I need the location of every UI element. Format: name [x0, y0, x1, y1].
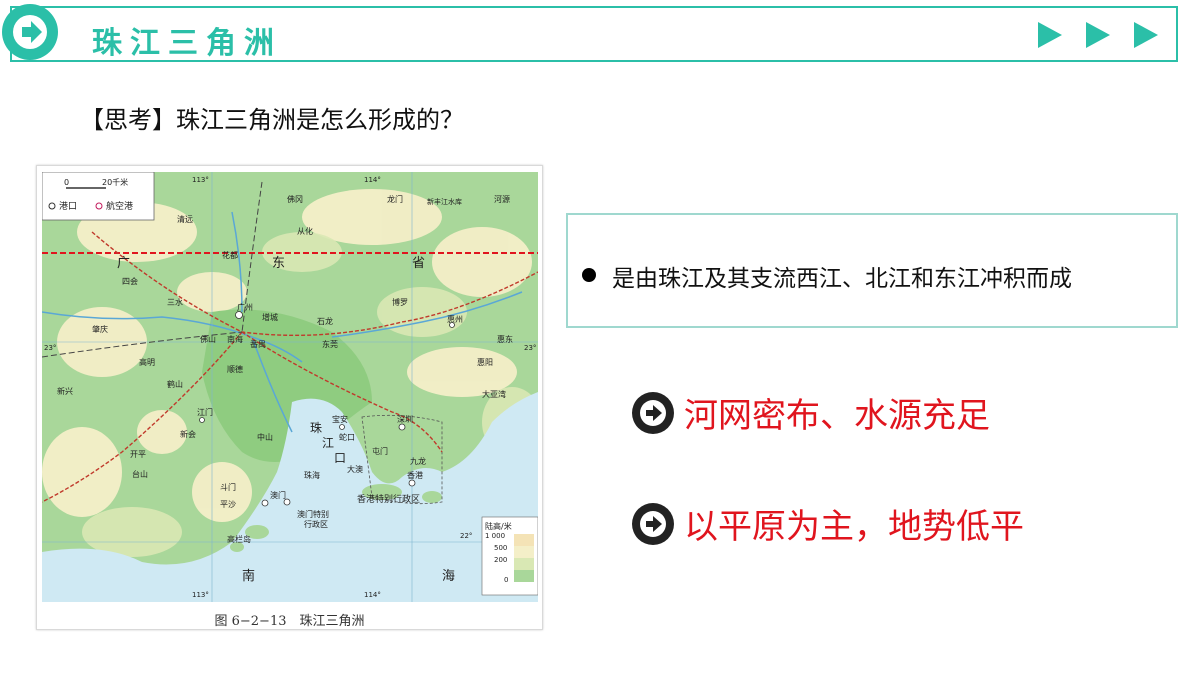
city-label: 屯门 — [372, 446, 388, 456]
slide-title: 珠江三角洲 — [92, 26, 282, 61]
map-caption: 图 6−2−13 珠江三角洲 — [214, 614, 365, 629]
city-label: 鹤山 — [167, 379, 183, 389]
city-label: 河源 — [494, 194, 510, 204]
arrow-right-circle-icon — [0, 2, 64, 62]
city-label: 顺德 — [227, 364, 243, 374]
city-label: 南海 — [227, 334, 243, 344]
scale-label: 20千米 — [102, 177, 128, 187]
city-label: 台山 — [132, 469, 148, 479]
province-char: 东 — [272, 256, 285, 271]
hk-sar-label: 香港特别行政区 — [357, 493, 420, 505]
nav-arrows — [1038, 22, 1158, 48]
macao-sar-label: 澳门特别 — [297, 509, 329, 519]
city-label: 平沙 — [220, 500, 236, 509]
arrow-right-circle-icon — [632, 502, 674, 545]
bay-label: 大亚湾 — [482, 389, 506, 399]
city-label: 清远 — [177, 214, 193, 224]
city-label: 增城 — [262, 312, 278, 322]
elevation-level: 500 — [494, 544, 507, 552]
city-label: 蛇口 — [339, 432, 355, 442]
city-label: 大澳 — [347, 464, 363, 474]
city-label: 东莞 — [322, 339, 338, 349]
lon-label: 114° — [364, 176, 381, 184]
river-label: 新丰江水库 — [427, 197, 462, 206]
legend-port: 港口 — [59, 200, 77, 212]
lon-label: 113° — [192, 591, 209, 599]
city-label: 从化 — [297, 226, 313, 236]
city-label: 开平 — [130, 450, 146, 459]
lat-label: 23° — [524, 344, 536, 352]
city-label: 佛冈 — [287, 194, 303, 204]
sea-char: 南 — [242, 568, 255, 584]
estuary-char: 珠 — [310, 421, 322, 435]
city-label: 四会 — [122, 276, 138, 286]
map-image: 0 20千米 港口 航空港 广 东 省 珠 江 口 南 海 大亚湾 新丰江水库 … — [42, 172, 538, 602]
city-label: 龙门 — [387, 194, 403, 204]
city-label: 惠东 — [497, 334, 513, 344]
elevation-level: 0 — [504, 576, 508, 584]
play-triangle-icon[interactable] — [1086, 22, 1110, 48]
header-bar: 珠江三角洲 — [10, 6, 1178, 62]
city-label: 花都 — [222, 250, 238, 260]
city-label: 广州 — [237, 302, 253, 312]
city-label: 肇庆 — [92, 324, 108, 334]
lat-label: 22° — [460, 532, 472, 540]
province-char: 广 — [117, 256, 130, 271]
city-label: 深圳 — [397, 414, 413, 424]
city-label: 珠海 — [304, 470, 320, 480]
elevation-level: 200 — [494, 556, 507, 564]
estuary-char: 江 — [322, 436, 334, 450]
city-label: 澳门 — [270, 490, 286, 500]
estuary-char: 口 — [334, 451, 346, 465]
city-label: 惠阳 — [477, 357, 493, 367]
bullet-icon — [582, 268, 596, 282]
city-label: 江门 — [197, 407, 213, 417]
play-triangle-icon[interactable] — [1038, 22, 1062, 48]
arrow-right-circle-icon — [632, 391, 674, 434]
city-label: 新会 — [180, 429, 196, 439]
city-label: 高栏岛 — [227, 534, 251, 544]
answer-box: 是由珠江及其支流西江、北江和东江冲积而成 — [566, 213, 1178, 328]
city-label: 宝安 — [332, 414, 348, 424]
province-char: 省 — [412, 256, 425, 271]
city-label: 新兴 — [57, 386, 73, 396]
lat-label: 23° — [44, 344, 56, 352]
scale-zero: 0 — [64, 178, 69, 187]
city-label: 中山 — [257, 432, 273, 442]
city-label: 博罗 — [392, 297, 408, 307]
answer-text: 是由珠江及其支流西江、北江和东江冲积而成 — [612, 266, 1072, 292]
point-text: 以平原为主，地势低平 — [684, 507, 1024, 547]
point-item: 以平原为主，地势低平 — [632, 499, 1024, 548]
city-label: 香港 — [407, 470, 423, 480]
lon-label: 114° — [364, 591, 381, 599]
city-label: 斗门 — [220, 482, 236, 492]
point-text: 河网密布、水源充足 — [684, 396, 990, 436]
point-item: 河网密布、水源充足 — [632, 388, 990, 437]
sea-char: 海 — [442, 569, 455, 584]
elevation-level: 1 000 — [485, 532, 505, 540]
city-label: 惠州 — [447, 314, 463, 324]
city-label: 九龙 — [410, 456, 426, 466]
city-label: 番禺 — [250, 339, 266, 349]
city-label: 佛山 — [200, 334, 216, 344]
city-label: 高明 — [139, 357, 155, 367]
elevation-title: 陆高/米 — [485, 521, 512, 531]
pearl-river-delta-map: 0 20千米 港口 航空港 广 东 省 珠 江 口 南 海 大亚湾 新丰江水库 … — [36, 165, 543, 630]
city-label: 石龙 — [317, 316, 333, 326]
question-text: 【思考】珠江三角洲是怎么形成的？ — [80, 106, 464, 134]
play-triangle-icon[interactable] — [1134, 22, 1158, 48]
legend-airport: 航空港 — [106, 200, 133, 212]
city-label: 三水 — [167, 297, 183, 307]
macao-sar-label: 行政区 — [304, 519, 328, 529]
lon-label: 113° — [192, 176, 209, 184]
